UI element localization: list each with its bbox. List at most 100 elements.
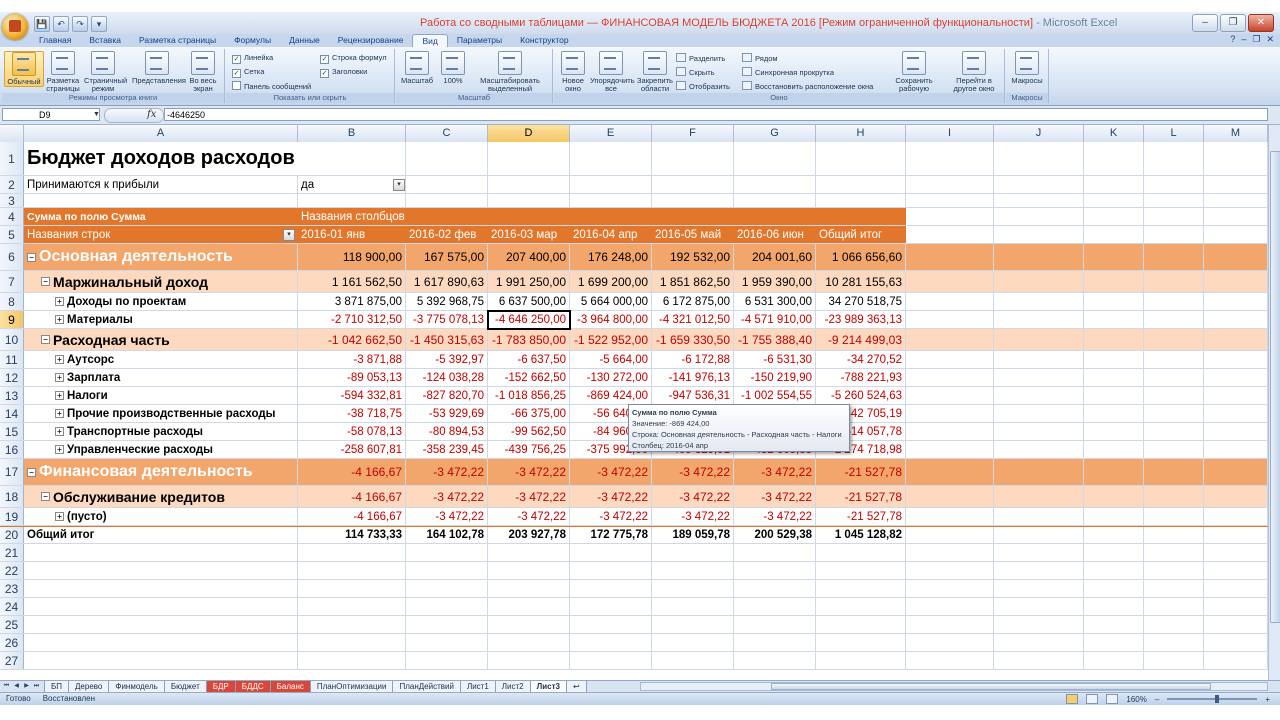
cell[interactable] — [906, 311, 994, 328]
value-cell[interactable]: -1 659 330,50 — [652, 329, 734, 350]
formula-bar-checkbox[interactable]: ✓ Строка формул — [320, 53, 387, 64]
cell[interactable] — [994, 271, 1084, 292]
row-header[interactable]: 1 — [0, 142, 24, 175]
cell[interactable] — [906, 508, 994, 525]
cell[interactable] — [1144, 311, 1204, 328]
cell[interactable] — [906, 194, 994, 207]
cell[interactable] — [652, 652, 734, 669]
cell[interactable] — [652, 176, 734, 193]
cell[interactable] — [816, 634, 906, 651]
value-cell[interactable]: 34 270 518,75 — [816, 293, 906, 310]
row-header[interactable]: 17 — [0, 459, 24, 485]
cell[interactable] — [734, 194, 816, 207]
value-cell[interactable]: 1 991 250,00 — [488, 271, 570, 292]
value-cell[interactable]: 6 531 300,00 — [734, 293, 816, 310]
cell[interactable] — [1144, 423, 1204, 440]
cell[interactable] — [1084, 423, 1144, 440]
cell[interactable] — [816, 142, 906, 175]
cell[interactable] — [816, 176, 906, 193]
sync-scroll-button[interactable]: Синхронная прокрутка — [742, 67, 834, 77]
values-caption[interactable]: Сумма по полю Сумма — [24, 208, 298, 225]
value-cell[interactable]: -1 002 554,55 — [734, 387, 816, 404]
collapse-icon[interactable]: − — [41, 492, 50, 501]
cell[interactable] — [994, 176, 1084, 193]
value-cell[interactable]: -1 783 850,00 — [488, 329, 570, 350]
last-sheet-icon[interactable]: ⏭ — [32, 682, 41, 691]
value-cell[interactable]: 5 664 000,00 — [570, 293, 652, 310]
expand-icon[interactable]: + — [55, 297, 64, 306]
value-cell[interactable]: 189 059,78 — [652, 527, 734, 543]
cell[interactable] — [906, 616, 994, 633]
cell[interactable] — [1084, 527, 1144, 543]
cell[interactable] — [488, 580, 570, 597]
value-cell[interactable]: -4 321 012,50 — [652, 311, 734, 328]
cell[interactable] — [1204, 616, 1268, 633]
value-cell[interactable]: -788 221,93 — [816, 369, 906, 386]
headings-checkbox[interactable]: ✓ Заголовки — [320, 67, 367, 78]
value-cell[interactable]: -23 989 363,13 — [816, 311, 906, 328]
cell[interactable] — [570, 652, 652, 669]
filter-value[interactable]: да ▾ — [298, 176, 406, 193]
value-cell[interactable]: -3 472,22 — [406, 486, 488, 507]
cell[interactable] — [298, 580, 406, 597]
cell[interactable] — [570, 142, 652, 175]
maximize-button[interactable]: ❐ — [1220, 14, 1246, 32]
row-filter-icon[interactable]: ▾ — [283, 228, 295, 241]
cell[interactable] — [1084, 329, 1144, 350]
cell[interactable] — [570, 598, 652, 615]
cell[interactable] — [1144, 598, 1204, 615]
cell[interactable] — [298, 598, 406, 615]
cell[interactable] — [994, 405, 1084, 422]
row-header[interactable]: 23 — [0, 580, 24, 597]
row-header[interactable]: 5 — [0, 226, 24, 243]
horizontal-scrollbar[interactable] — [640, 682, 1268, 691]
cell[interactable] — [298, 142, 406, 175]
expand-icon[interactable]: + — [55, 409, 64, 418]
cell[interactable] — [488, 616, 570, 633]
value-cell[interactable]: 192 532,00 — [652, 244, 734, 270]
zoom-in-button[interactable]: + — [1265, 695, 1270, 704]
month-header[interactable]: 2016-01 янв — [298, 226, 406, 243]
cell[interactable] — [994, 142, 1084, 175]
value-cell[interactable]: -5 260 524,63 — [816, 387, 906, 404]
cell[interactable] — [816, 562, 906, 579]
cell[interactable] — [570, 562, 652, 579]
value-cell[interactable]: -3 472,22 — [406, 508, 488, 525]
row-label[interactable]: + Материалы — [24, 311, 298, 328]
value-cell[interactable]: 204 001,60 — [734, 244, 816, 270]
cell[interactable] — [734, 544, 816, 561]
value-cell[interactable]: 1 851 862,50 — [652, 271, 734, 292]
expand-icon[interactable]: + — [55, 355, 64, 364]
sheet-title[interactable]: Бюджет доходов расходов — [24, 142, 298, 175]
row-header[interactable]: 20 — [0, 527, 24, 543]
cell[interactable] — [406, 598, 488, 615]
cell[interactable] — [906, 598, 994, 615]
cell[interactable] — [1204, 351, 1268, 368]
cell[interactable] — [1144, 387, 1204, 404]
value-cell[interactable]: -4 571 910,00 — [734, 311, 816, 328]
reset-position-button[interactable]: Восстановить расположение окна — [742, 81, 873, 91]
collapse-icon[interactable]: − — [27, 467, 36, 477]
cell[interactable] — [906, 142, 994, 175]
redo-icon[interactable]: ↷ — [72, 16, 88, 32]
cell[interactable] — [406, 562, 488, 579]
row-header[interactable]: 26 — [0, 634, 24, 651]
value-cell[interactable]: -1 018 856,25 — [488, 387, 570, 404]
value-cell[interactable]: -3 472,22 — [652, 508, 734, 525]
expand-icon[interactable]: + — [55, 427, 64, 436]
value-cell[interactable]: -9 214 499,03 — [816, 329, 906, 350]
expand-icon[interactable]: + — [55, 315, 64, 324]
row-header[interactable]: 4 — [0, 208, 24, 225]
cell[interactable] — [1204, 329, 1268, 350]
cell[interactable] — [406, 142, 488, 175]
cell[interactable] — [488, 598, 570, 615]
value-cell[interactable]: -3 472,22 — [734, 459, 816, 485]
column-header-i[interactable]: I — [906, 125, 994, 142]
row-header[interactable]: 10 — [0, 329, 24, 350]
cell[interactable] — [652, 194, 734, 207]
column-header-e[interactable]: E — [570, 125, 652, 142]
value-cell[interactable]: -3 472,22 — [488, 486, 570, 507]
tab-2[interactable]: Разметка страницы — [130, 34, 225, 47]
cell[interactable] — [994, 369, 1084, 386]
value-cell[interactable]: -947 536,31 — [652, 387, 734, 404]
